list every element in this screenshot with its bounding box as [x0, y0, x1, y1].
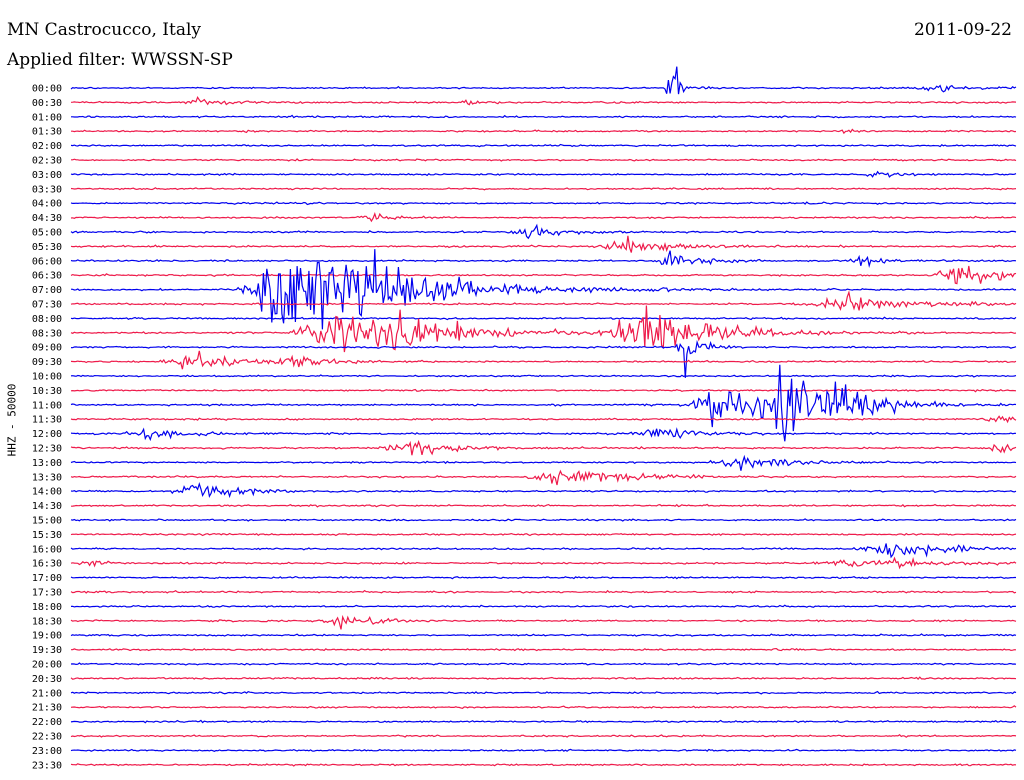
trace-line [70, 201, 1017, 206]
row-tick-label: 15:00 [32, 516, 62, 527]
row-tick-label: 05:30 [32, 242, 62, 253]
row-tick-label: 15:30 [32, 530, 62, 541]
row-tick-label: 04:00 [32, 199, 62, 210]
row-tick-label: 21:00 [32, 688, 62, 699]
row-tick-label: 22:00 [32, 717, 62, 728]
trace-line [70, 556, 1017, 570]
row-tick-label: 20:00 [32, 660, 62, 671]
row-tick-label: 18:30 [32, 616, 62, 627]
row-tick-label: 07:30 [32, 300, 62, 311]
trace-line [70, 95, 1017, 106]
row-tick-label: 12:30 [32, 444, 62, 455]
row-tick-label: 12:00 [32, 429, 62, 440]
trace-line [70, 454, 1017, 471]
trace-line [70, 66, 1017, 95]
row-tick-label: 06:30 [32, 271, 62, 282]
row-tick-label: 04:30 [32, 213, 62, 224]
trace-line [70, 350, 1017, 370]
row-tick-label: 17:00 [32, 573, 62, 584]
row-tick-label: 00:00 [32, 84, 62, 95]
trace-line [70, 469, 1017, 486]
trace-line [70, 614, 1017, 630]
trace-line [70, 170, 1017, 178]
trace-line [70, 647, 1017, 652]
row-tick-label: 11:30 [32, 415, 62, 426]
trace-line [70, 290, 1017, 311]
row-tick-label: 19:30 [32, 645, 62, 656]
row-tick-label: 21:30 [32, 703, 62, 714]
row-tick-label: 20:30 [32, 674, 62, 685]
row-tick-label: 11:00 [32, 400, 62, 411]
trace-line [70, 388, 1017, 393]
trace-line [70, 235, 1017, 253]
row-tick-label: 23:30 [32, 760, 62, 771]
trace-line [70, 305, 1017, 353]
row-tick-label: 13:00 [32, 458, 62, 469]
trace-line [70, 719, 1017, 724]
row-tick-label: 00:30 [32, 98, 62, 109]
row-tick-label: 08:30 [32, 328, 62, 339]
trace-line [70, 439, 1017, 456]
trace-line [70, 762, 1017, 767]
row-tick-label: 16:30 [32, 559, 62, 570]
trace-line [70, 187, 1017, 191]
trace-line [70, 316, 1017, 321]
trace-line [70, 690, 1017, 695]
row-tick-label: 16:00 [32, 544, 62, 555]
trace-line [70, 482, 1017, 499]
row-tick-label: 19:00 [32, 631, 62, 642]
row-tick-label: 09:00 [32, 343, 62, 354]
trace-line [71, 128, 1017, 135]
row-tick-label: 03:30 [32, 184, 62, 195]
row-tick-label: 10:30 [32, 386, 62, 397]
trace-line [71, 114, 1017, 119]
row-tick-label: 10:00 [32, 372, 62, 383]
row-tick-label: 22:30 [32, 732, 62, 743]
trace-line [70, 705, 1017, 709]
row-tick-label: 18:00 [32, 602, 62, 613]
trace-line [70, 374, 1017, 378]
trace-line [70, 223, 1017, 240]
row-tick-label: 01:30 [32, 127, 62, 138]
row-tick-label: 01:00 [32, 112, 62, 123]
row-tick-label: 08:00 [32, 314, 62, 325]
trace-line [70, 676, 1017, 680]
trace-line [70, 662, 1017, 666]
trace-line [70, 427, 1017, 442]
row-tick-label: 05:00 [32, 228, 62, 239]
trace-line [70, 633, 1017, 638]
trace-line [70, 604, 1017, 609]
trace-line [70, 543, 1017, 559]
row-tick-label: 14:30 [32, 501, 62, 512]
trace-line [71, 158, 1017, 162]
row-tick-label: 02:30 [32, 156, 62, 167]
trace-line [70, 532, 1017, 537]
row-tick-label: 02:00 [32, 141, 62, 152]
trace-line [70, 589, 1017, 594]
row-tick-label: 23:00 [32, 746, 62, 757]
row-tick-label: 13:30 [32, 472, 62, 483]
trace-line [70, 265, 1017, 285]
row-tick-label: 09:30 [32, 357, 62, 368]
trace-line [70, 734, 1017, 738]
row-tick-label: 07:00 [32, 285, 62, 296]
trace-line [70, 211, 1017, 223]
trace-line [70, 503, 1016, 508]
row-tick-label: 06:00 [32, 256, 62, 267]
seismogram-plot: 00:00 00:30 01:00 01:30 02:00 02:30 03:00 03:30… [32, 66, 1017, 771]
trace-line [70, 250, 1017, 268]
row-tick-label: 17:30 [32, 588, 62, 599]
trace-line [70, 415, 1017, 424]
row-tick-label: 03:00 [32, 170, 62, 181]
trace-line [70, 748, 1017, 752]
trace-line [70, 143, 1017, 148]
row-tick-label: 14:00 [32, 487, 62, 498]
trace-line [70, 518, 1017, 522]
trace-line [70, 575, 1016, 580]
